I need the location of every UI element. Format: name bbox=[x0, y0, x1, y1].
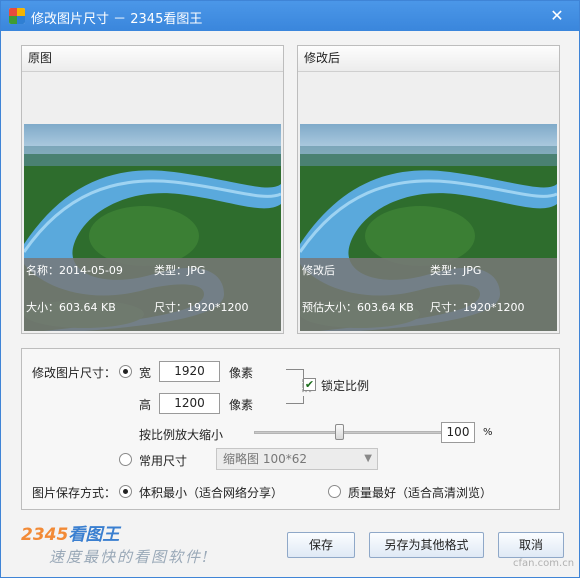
scale-slider-track[interactable] bbox=[254, 431, 454, 434]
modified-panel: 修改后 修改后 类型：JPG 预估大小：603.64 KB 尺寸：1920*12… bbox=[297, 45, 560, 334]
watermark-text: cfan.com.cn bbox=[513, 558, 575, 569]
logo-number: 2345 bbox=[21, 525, 69, 545]
resize-custom-radio[interactable] bbox=[119, 365, 132, 378]
modified-name: 修改后 bbox=[302, 264, 335, 277]
original-dimensions: 尺寸：1920*1200 bbox=[154, 301, 249, 314]
modified-type: 类型：JPG bbox=[430, 264, 482, 277]
save-mode-small-radio[interactable] bbox=[119, 485, 132, 498]
settings-group: 修改图片尺寸： 宽 1920 像素 高 1200 像素 ⛓ ✔ 锁定比例 按比例… bbox=[21, 348, 560, 510]
chevron-down-icon: ▼ bbox=[364, 453, 372, 464]
modified-preview-image: 修改后 类型：JPG 预估大小：603.64 KB 尺寸：1920*1200 bbox=[300, 124, 557, 331]
original-panel-header: 原图 bbox=[22, 46, 283, 72]
save-mode-quality-radio[interactable] bbox=[328, 485, 341, 498]
height-unit: 像素 bbox=[229, 398, 254, 412]
width-input[interactable]: 1920 bbox=[159, 361, 220, 382]
common-size-select[interactable]: 缩略图 100*62 ▼ bbox=[216, 448, 378, 470]
save-mode-quality-label: 质量最好（适合高清浏览） bbox=[348, 486, 493, 500]
save-mode-small-label: 体积最小（适合网络分享） bbox=[139, 486, 284, 500]
dialog-window: 修改图片尺寸 － 2345看图王 ✕ 原图 名称：2014-05-09 类型：J… bbox=[0, 0, 580, 578]
original-info-overlay: 名称：2014-05-09 类型：JPG 大小：603.64 KB 尺寸：192… bbox=[24, 258, 281, 331]
modified-info-overlay: 修改后 类型：JPG 预估大小：603.64 KB 尺寸：1920*1200 bbox=[300, 258, 557, 331]
common-size-label: 常用尺寸 bbox=[139, 454, 188, 468]
width-label: 宽 bbox=[139, 366, 152, 380]
save-mode-label: 图片保存方式： bbox=[32, 486, 117, 500]
original-size: 大小：603.64 KB bbox=[26, 301, 116, 314]
title-bar[interactable]: 修改图片尺寸 － 2345看图王 ✕ bbox=[1, 1, 579, 31]
scale-label: 按比例放大缩小 bbox=[139, 428, 224, 442]
cancel-button[interactable]: 取消 bbox=[498, 532, 564, 558]
common-size-selected: 缩略图 100*62 bbox=[223, 452, 307, 466]
scale-slider-thumb[interactable] bbox=[335, 424, 344, 440]
close-icon[interactable]: ✕ bbox=[543, 5, 571, 27]
lock-ratio-checkbox[interactable]: ✔ bbox=[303, 378, 316, 391]
logo-text: 看图王 bbox=[68, 525, 120, 545]
scale-input[interactable]: 100 bbox=[441, 422, 475, 443]
width-unit: 像素 bbox=[229, 366, 254, 380]
modified-panel-header: 修改后 bbox=[298, 46, 559, 72]
original-name: 名称：2014-05-09 bbox=[26, 264, 123, 277]
original-preview-image: 名称：2014-05-09 类型：JPG 大小：603.64 KB 尺寸：192… bbox=[24, 124, 281, 331]
window-title: 修改图片尺寸 － 2345看图王 bbox=[31, 12, 203, 27]
brand-slogan: 速度最快的看图软件! bbox=[49, 548, 211, 566]
modified-dimensions: 尺寸：1920*1200 bbox=[430, 301, 525, 314]
modified-size: 预估大小：603.64 KB bbox=[302, 301, 414, 314]
original-panel: 原图 名称：2014-05-09 类型：JPG 大小：603.64 KB 尺寸：… bbox=[21, 45, 284, 334]
brand-logo: 2345看图王 bbox=[21, 520, 119, 545]
save-button[interactable]: 保存 bbox=[287, 532, 355, 558]
height-label: 高 bbox=[139, 398, 152, 412]
save-as-button[interactable]: 另存为其他格式 bbox=[369, 532, 484, 558]
lock-ratio-label: 锁定比例 bbox=[321, 379, 370, 393]
resize-label: 修改图片尺寸： bbox=[32, 366, 117, 380]
height-input[interactable]: 1200 bbox=[159, 393, 220, 414]
original-type: 类型：JPG bbox=[154, 264, 206, 277]
scale-unit: % bbox=[483, 427, 493, 438]
app-icon bbox=[9, 8, 25, 24]
common-size-radio[interactable] bbox=[119, 453, 132, 466]
